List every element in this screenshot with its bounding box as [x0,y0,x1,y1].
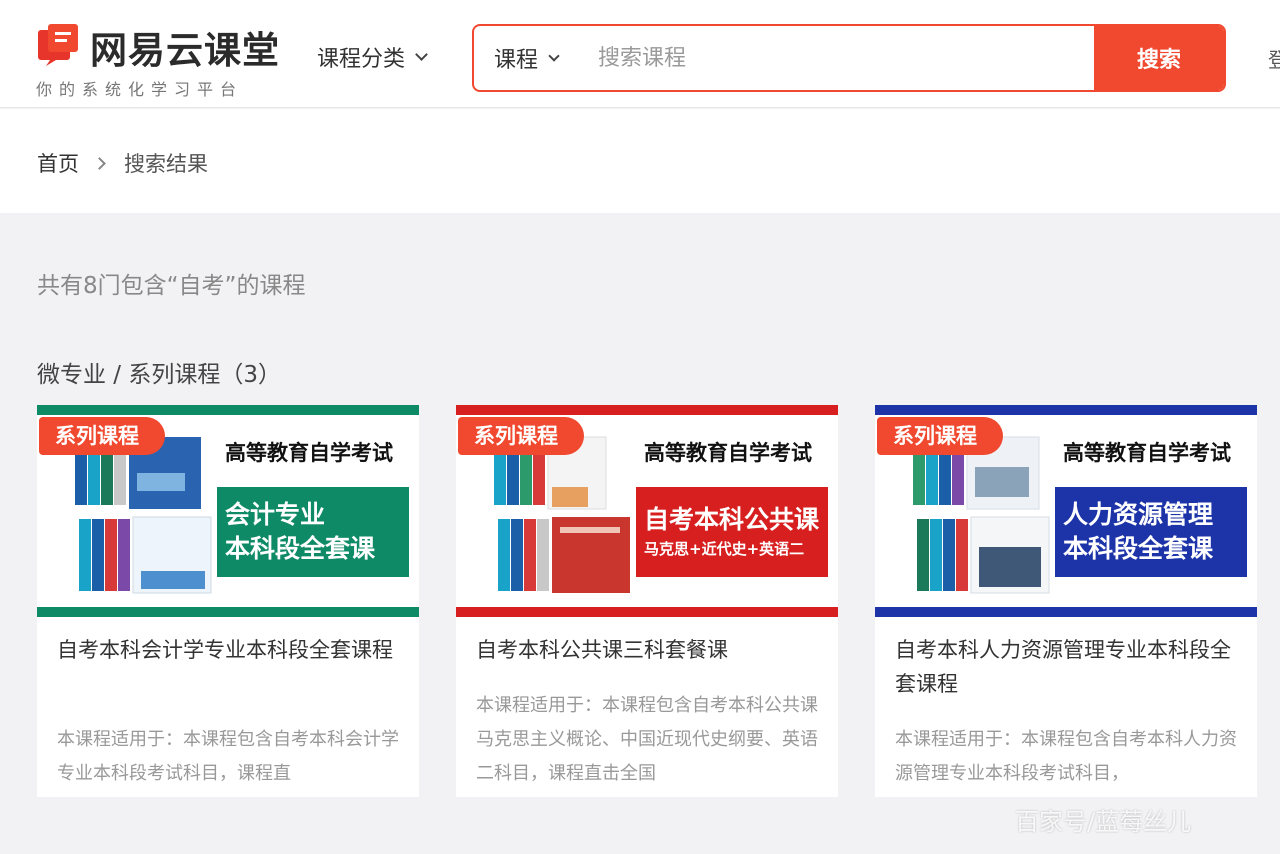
search-type-dropdown[interactable]: 课程 [494,26,560,90]
logo-icon [38,24,78,66]
promo-box: 人力资源管理 本科段全套课 [1055,487,1247,577]
series-badge: 系列课程 [39,417,165,455]
promo-line-1: 自考本科公共课 [644,505,820,534]
result-count: 共有8门包含“自考”的课程 [37,273,306,299]
breadcrumb-home[interactable]: 首页 [37,148,79,178]
thumb-accent-bar [875,405,1257,415]
exam-title: 高等教育自学考试 [644,441,812,465]
search-button[interactable]: 搜索 [1094,26,1224,90]
promo-box: 会计专业 本科段全套课 [217,487,409,577]
thumb-accent-bar [875,607,1257,617]
category-menu-label: 课程分类 [317,47,406,72]
promo-line-1: 人力资源管理 [1063,500,1214,529]
search-input[interactable] [598,40,1078,76]
top-header: 网易云课堂 你的系统化学习平台 课程分类 课程 搜索 登 [0,0,1280,108]
promo-line-1: 会计专业 [225,500,326,529]
course-thumbnail: 系列课程 高等教育自学考试 人力资源管理 本科段全套课 [875,405,1257,617]
course-thumbnail: 系列课程 高等教育自学考试 自考本科公共课 马克思+近代史+英语二 [456,405,838,617]
course-title[interactable]: 自考本科人力资源管理专业本科段全套课程 [895,633,1239,701]
breadcrumb: 首页 搜索结果 [37,148,208,178]
course-title[interactable]: 自考本科公共课三科套餐课 [476,633,820,667]
promo-box: 自考本科公共课 马克思+近代史+英语二 [636,487,828,577]
login-link[interactable]: 登 [1268,44,1280,73]
logo-name: 网易云课堂 [90,29,280,72]
breadcrumb-bar: 首页 搜索结果 [0,109,1280,213]
course-card[interactable]: 系列课程 高等教育自学考试 自考本科公共课 马克思+近代史+英语二 自考本科公共… [456,405,838,797]
promo-line-2: 本科段全套课 [225,534,376,563]
logo-slogan: 你的系统化学习平台 [36,80,244,99]
course-card[interactable]: 系列课程 高等教育自学考试 会计专业 本科段全套课 自考本科会计学专业本科段全套… [37,405,419,797]
thumb-accent-bar [37,405,419,415]
category-menu[interactable]: 课程分类 [317,42,428,72]
watermark: 百家号/蓝莓丝儿 [1015,808,1192,836]
series-badge: 系列课程 [458,417,584,455]
thumb-accent-bar [456,405,838,415]
exam-title: 高等教育自学考试 [225,441,393,465]
chevron-down-icon [548,49,560,62]
search-type-label: 课程 [494,48,539,73]
promo-line-2: 马克思+近代史+英语二 [644,540,805,558]
breadcrumb-current: 搜索结果 [124,152,208,176]
series-badge: 系列课程 [877,417,1003,455]
section-title: 微专业 / 系列课程（3） [37,362,282,388]
promo-line-2: 本科段全套课 [1063,534,1214,563]
thumb-accent-bar [456,607,838,617]
search-bar: 课程 搜索 [472,24,1226,92]
chevron-down-icon [415,48,428,61]
course-thumbnail: 系列课程 高等教育自学考试 会计专业 本科段全套课 [37,405,419,617]
course-title[interactable]: 自考本科会计学专业本科段全套课程 [57,633,401,667]
course-description: 本课程适用于：本课程包含自考本科人力资源管理专业本科段考试科目， [895,729,1237,784]
logo[interactable]: 网易云课堂 你的系统化学习平台 [36,20,286,100]
chevron-right-icon [93,156,106,170]
course-card[interactable]: 系列课程 高等教育自学考试 人力资源管理 本科段全套课 自考本科人力资源管理专业… [875,405,1257,797]
thumb-accent-bar [37,607,419,617]
course-description: 本课程适用于：本课程包含自考本科公共课马克思主义概论、中国近现代史纲要、英语二科… [476,695,818,784]
exam-title: 高等教育自学考试 [1063,441,1231,465]
course-description: 本课程适用于：本课程包含自考本科会计学专业本科段考试科目，课程直 [57,729,399,784]
